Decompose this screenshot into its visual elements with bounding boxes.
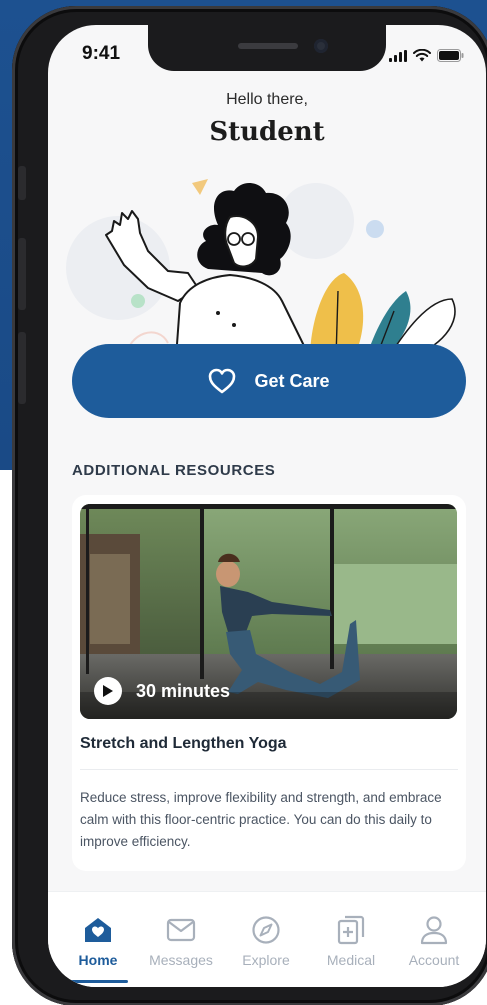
tab-messages[interactable]: Messages	[141, 914, 221, 968]
phone-frame: 9:41 Hello there, Student Get Care ADDIT…	[12, 6, 487, 1005]
compass-icon	[252, 916, 280, 944]
signal-icon	[389, 49, 407, 62]
mail-icon	[166, 918, 196, 942]
mute-switch	[18, 166, 26, 200]
section-title: ADDITIONAL RESOURCES	[72, 462, 276, 479]
app-screen: 9:41 Hello there, Student Get Care ADDIT…	[48, 25, 486, 987]
tab-account[interactable]: Account	[394, 914, 474, 968]
duration-label: 30 minutes	[136, 680, 231, 701]
card-divider	[80, 769, 458, 770]
status-icons	[389, 49, 464, 62]
welcome-illustration	[66, 179, 456, 358]
status-time: 9:41	[82, 43, 121, 64]
tab-home[interactable]: Home	[58, 914, 138, 968]
speaker	[238, 43, 298, 49]
resource-card[interactable]: 30 minutes Stretch and Lengthen Yoga Red…	[72, 495, 466, 871]
card-description: Reduce stress, improve flexibility and s…	[80, 790, 442, 849]
tab-home-label: Home	[78, 952, 118, 968]
volume-up-button	[18, 238, 26, 310]
camera	[314, 39, 328, 53]
medical-file-icon	[337, 915, 365, 945]
active-tab-indicator	[56, 980, 128, 983]
wifi-icon	[413, 49, 431, 62]
volume-down-button	[18, 332, 26, 404]
greeting-text: Hello there,	[226, 91, 308, 108]
tab-account-label: Account	[408, 952, 460, 968]
video-thumbnail[interactable]: 30 minutes	[80, 504, 457, 719]
get-care-button[interactable]: Get Care	[72, 344, 466, 418]
home-heart-icon	[85, 918, 111, 942]
notch	[148, 25, 386, 71]
user-name: Student	[209, 117, 325, 147]
get-care-label: Get Care	[254, 370, 330, 391]
tab-explore[interactable]: Explore	[226, 914, 306, 968]
play-icon[interactable]	[94, 677, 122, 705]
tab-explore-label: Explore	[242, 952, 290, 968]
tab-medical-label: Medical	[326, 952, 376, 968]
user-icon	[420, 916, 448, 945]
battery-icon	[437, 49, 464, 62]
card-title[interactable]: Stretch and Lengthen Yoga	[80, 735, 287, 753]
bottom-tab-bar: Home Messages Explore Medical Account	[48, 891, 486, 987]
video-duration: 30 minutes	[94, 677, 230, 705]
heart-outline-icon	[209, 368, 236, 394]
tab-medical[interactable]: Medical	[311, 914, 391, 968]
tab-messages-label: Messages	[149, 952, 213, 968]
